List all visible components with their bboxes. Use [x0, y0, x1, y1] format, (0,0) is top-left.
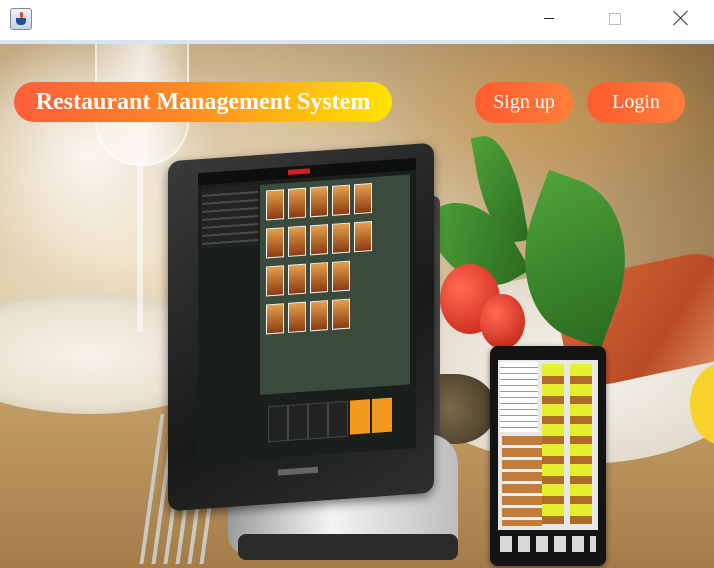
minimize-icon: [544, 18, 554, 19]
close-button[interactable]: [658, 0, 704, 38]
title-bar: [0, 0, 714, 40]
signup-button[interactable]: Sign up: [475, 82, 573, 123]
app-title: Restaurant Management System: [35, 89, 371, 115]
app-window: Restaurant Management System Sign up Log…: [0, 0, 714, 568]
maximize-icon: [609, 13, 621, 25]
tomato: [480, 294, 525, 349]
java-cup-icon: [10, 8, 32, 30]
login-button[interactable]: Login: [587, 82, 685, 123]
pos-screen: [198, 157, 416, 464]
minimize-button[interactable]: [526, 0, 572, 38]
app-title-banner: Restaurant Management System: [14, 82, 392, 122]
maximize-button[interactable]: [592, 0, 638, 38]
pos-terminal: [168, 142, 434, 512]
tablet-device: [490, 346, 606, 566]
